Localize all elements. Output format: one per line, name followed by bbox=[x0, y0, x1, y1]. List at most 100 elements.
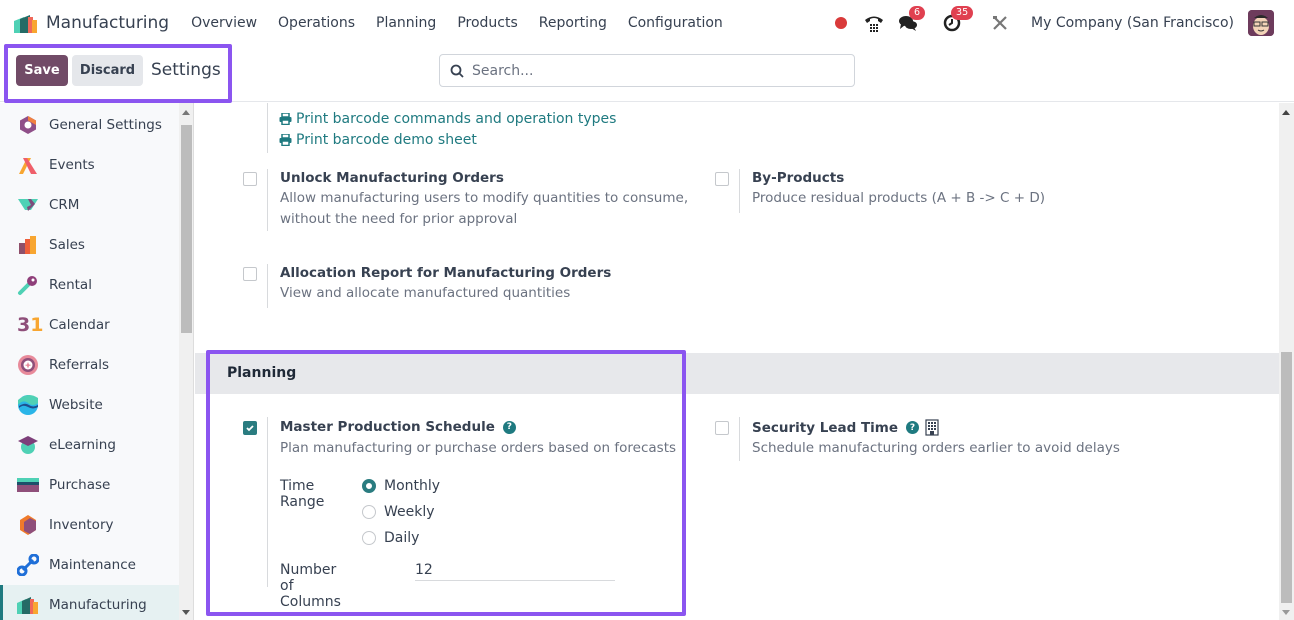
sidebar-item-sales[interactable]: Sales bbox=[0, 225, 179, 265]
sidebar-item-referrals[interactable]: Referrals bbox=[0, 345, 179, 385]
sidebar-item-general-settings[interactable]: General Settings bbox=[0, 105, 179, 145]
setting-description: View and allocate manufactured quantitie… bbox=[280, 285, 571, 301]
radio-label: Daily bbox=[384, 530, 420, 546]
sidebar-item-events[interactable]: Events bbox=[0, 145, 179, 185]
manufacturing-logo-icon bbox=[14, 13, 38, 33]
company-building-icon bbox=[925, 419, 939, 436]
divider bbox=[267, 417, 268, 587]
menu-reporting[interactable]: Reporting bbox=[539, 15, 607, 31]
help-icon[interactable]: ? bbox=[906, 421, 920, 434]
discard-button[interactable]: Discard bbox=[72, 55, 143, 86]
setting-title: By-Products bbox=[752, 170, 845, 186]
sidebar-item-website[interactable]: Website bbox=[0, 385, 179, 425]
sidebar-item-crm[interactable]: CRM bbox=[0, 185, 179, 225]
time-range-monthly[interactable]: Monthly bbox=[362, 478, 440, 494]
time-range-daily[interactable]: Daily bbox=[362, 530, 419, 546]
brand[interactable]: Manufacturing bbox=[14, 13, 191, 33]
events-icon bbox=[17, 154, 39, 176]
scroll-down-icon[interactable] bbox=[1282, 610, 1290, 615]
save-button[interactable]: Save bbox=[16, 55, 68, 86]
divider bbox=[739, 169, 740, 213]
mps-checkbox[interactable] bbox=[243, 421, 257, 435]
menu-products[interactable]: Products bbox=[457, 15, 517, 31]
search-bar[interactable] bbox=[439, 54, 855, 87]
search-icon bbox=[450, 64, 464, 78]
app-name: Manufacturing bbox=[46, 13, 170, 33]
number-of-columns-label: Number of Columns bbox=[280, 562, 341, 610]
main-scrollbar[interactable] bbox=[1279, 103, 1294, 620]
radio-monthly[interactable] bbox=[362, 479, 376, 493]
setting-description: Schedule manufacturing orders earlier to… bbox=[752, 440, 1120, 456]
inventory-icon bbox=[17, 514, 39, 536]
divider bbox=[267, 103, 268, 153]
menu-configuration[interactable]: Configuration bbox=[628, 15, 723, 31]
chat-badge: 6 bbox=[909, 6, 926, 20]
sidebar-item-maintenance[interactable]: Maintenance bbox=[0, 545, 179, 585]
divider bbox=[267, 264, 268, 308]
sidebar-item-elearning[interactable]: eLearning bbox=[0, 425, 179, 465]
help-icon[interactable]: ? bbox=[502, 420, 516, 434]
rental-icon bbox=[17, 274, 39, 296]
elearning-icon bbox=[17, 434, 39, 456]
phone-icon[interactable] bbox=[863, 12, 885, 34]
number-of-columns-input[interactable] bbox=[415, 559, 615, 581]
print-barcode-commands-link[interactable]: Print barcode commands and operation typ… bbox=[279, 111, 616, 127]
printer-icon bbox=[279, 134, 292, 146]
sidebar-item-manufacturing[interactable]: Manufacturing bbox=[0, 585, 179, 620]
radio-daily[interactable] bbox=[362, 531, 376, 545]
user-avatar[interactable] bbox=[1248, 10, 1274, 36]
main-scroll-thumb[interactable] bbox=[1281, 352, 1292, 603]
radio-label: Monthly bbox=[384, 478, 441, 494]
setting-description: Produce residual products (A + B -> C + … bbox=[752, 190, 1045, 206]
purchase-icon bbox=[17, 474, 39, 496]
menu-planning[interactable]: Planning bbox=[376, 15, 436, 31]
control-panel: Save Discard Settings bbox=[0, 46, 1294, 102]
planning-section-header: Planning bbox=[195, 353, 1279, 394]
allocation-report-checkbox[interactable] bbox=[243, 267, 257, 281]
security-lead-time-checkbox[interactable] bbox=[715, 421, 729, 435]
sidebar-item-calendar[interactable]: 31 Calendar bbox=[0, 305, 179, 345]
activity-clock-icon[interactable]: 35 bbox=[941, 6, 974, 34]
sidebar-item-purchase[interactable]: Purchase bbox=[0, 465, 179, 505]
settings-content: Print barcode commands and operation typ… bbox=[195, 103, 1279, 620]
top-navbar: Manufacturing Overview Operations Planni… bbox=[0, 0, 1294, 46]
sidebar-scrollbar[interactable] bbox=[179, 103, 194, 620]
sales-icon bbox=[17, 234, 39, 256]
unlock-mo-checkbox[interactable] bbox=[243, 172, 257, 186]
settings-sidebar: General Settings Events CRM Sales Rental… bbox=[0, 103, 179, 620]
sidebar-item-rental[interactable]: Rental bbox=[0, 265, 179, 305]
check-icon bbox=[246, 425, 254, 432]
by-products-checkbox[interactable] bbox=[715, 172, 729, 186]
company-switcher[interactable]: My Company (San Francisco) bbox=[1031, 15, 1234, 31]
referrals-icon bbox=[17, 354, 39, 376]
sidebar-scroll-thumb[interactable] bbox=[181, 125, 192, 333]
recording-dot-icon[interactable] bbox=[835, 17, 848, 29]
search-input[interactable] bbox=[472, 62, 832, 79]
chat-icon[interactable]: 6 bbox=[897, 6, 926, 34]
page-title: Settings bbox=[151, 60, 221, 80]
crm-icon bbox=[17, 194, 39, 216]
setting-title: Security Lead Time bbox=[752, 419, 899, 436]
menu-operations[interactable]: Operations bbox=[278, 15, 355, 31]
maintenance-icon bbox=[16, 553, 40, 577]
setting-title: Master Production Schedule bbox=[280, 419, 495, 435]
print-barcode-demo-link[interactable]: Print barcode demo sheet bbox=[279, 132, 477, 148]
sidebar-item-inventory[interactable]: Inventory bbox=[0, 505, 179, 545]
menu-overview[interactable]: Overview bbox=[191, 15, 257, 31]
scroll-down-icon[interactable] bbox=[182, 610, 190, 615]
time-range-weekly[interactable]: Weekly bbox=[362, 504, 435, 520]
section-title: Planning bbox=[227, 365, 297, 381]
radio-label: Weekly bbox=[384, 504, 435, 520]
website-icon bbox=[17, 394, 39, 416]
printer-icon bbox=[279, 113, 292, 125]
setting-description: Plan manufacturing or purchase orders ba… bbox=[280, 440, 677, 456]
setting-description: Allow manufacturing users to modify quan… bbox=[280, 190, 689, 206]
tools-icon[interactable] bbox=[989, 12, 1011, 34]
setting-title: Allocation Report for Manufacturing Orde… bbox=[280, 265, 612, 281]
radio-weekly[interactable] bbox=[362, 505, 376, 519]
activity-badge: 35 bbox=[951, 6, 974, 20]
setting-description: without the need for prior approval bbox=[280, 211, 518, 227]
scroll-up-icon[interactable] bbox=[1282, 110, 1290, 115]
divider bbox=[739, 417, 740, 461]
scroll-up-icon[interactable] bbox=[182, 110, 190, 115]
